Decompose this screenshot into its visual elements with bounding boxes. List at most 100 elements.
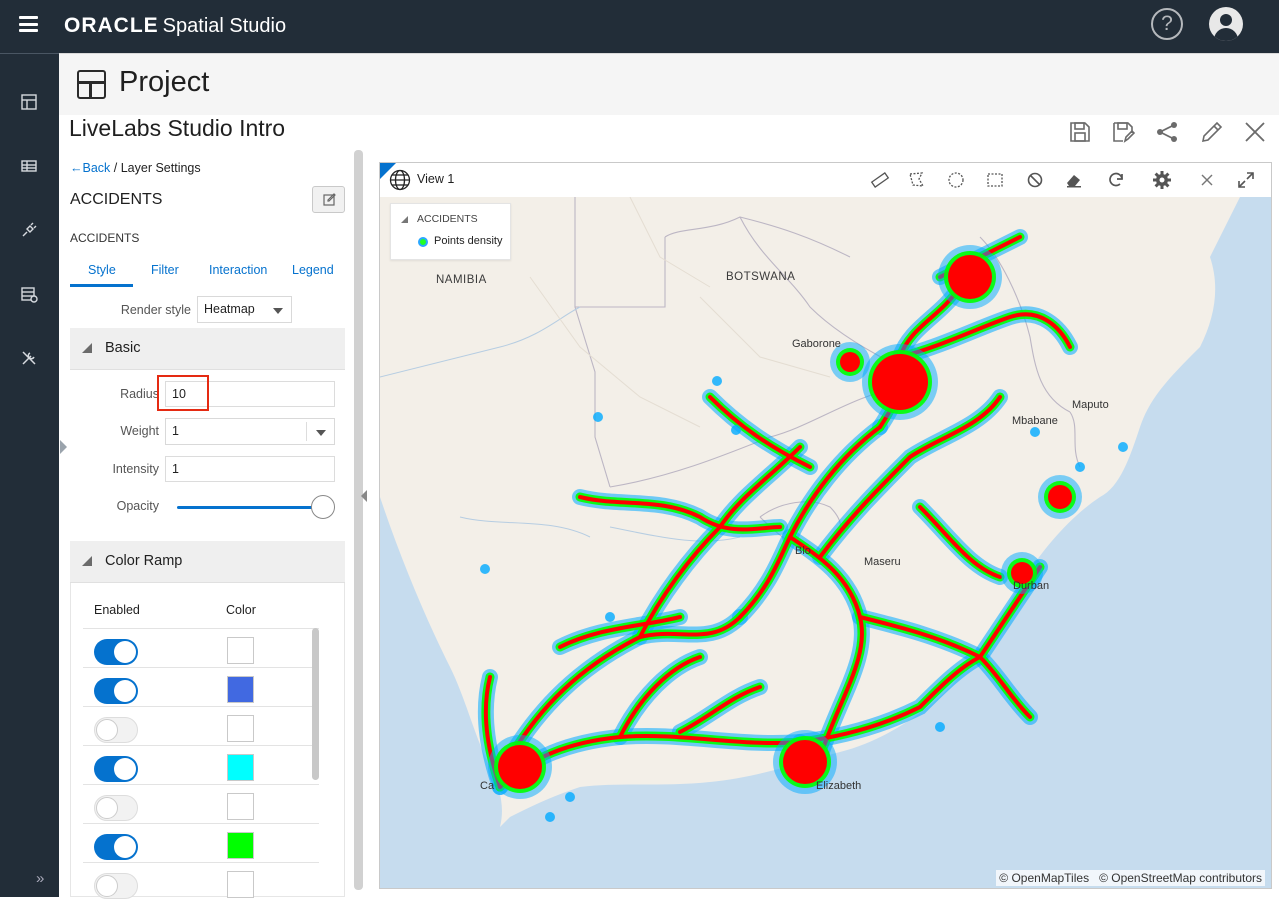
collapse-triangle-icon <box>82 556 92 566</box>
rectangle-select-icon[interactable] <box>985 170 1005 190</box>
settings-gear-icon[interactable] <box>1152 170 1172 190</box>
color-ramp-table: Enabled Color <box>70 583 345 899</box>
legend-collapse-icon[interactable] <box>401 216 408 223</box>
ramp-color-swatch[interactable] <box>227 793 254 820</box>
panel-scrollbar[interactable] <box>354 150 363 890</box>
label-gaborone: Gaborone <box>792 338 841 350</box>
basic-section-header[interactable]: Basic <box>70 328 345 370</box>
ramp-row <box>83 745 319 784</box>
jobs-icon[interactable] <box>20 285 38 303</box>
connections-icon[interactable] <box>20 221 38 239</box>
color-ramp-section-title: Color Ramp <box>105 553 183 569</box>
color-ramp-section-header[interactable]: Color Ramp <box>70 541 345 583</box>
opacity-slider-thumb[interactable] <box>311 495 335 519</box>
edit-layer-button[interactable] <box>312 186 345 213</box>
ramp-color-swatch[interactable] <box>227 715 254 742</box>
map-canvas[interactable]: NAMIBIA BOTSWANA Gaborone Maputo Mbabane… <box>380 197 1271 888</box>
ramp-row <box>83 823 319 862</box>
label-botswana: BOTSWANA <box>726 271 796 283</box>
ramp-enabled-toggle[interactable] <box>94 834 138 860</box>
layer-subtitle: ACCIDENTS <box>70 231 140 245</box>
menu-icon[interactable] <box>19 16 38 32</box>
attribution-tiles[interactable]: © OpenMapTiles <box>999 871 1089 885</box>
view-title: View 1 <box>417 172 455 186</box>
page-title: Project <box>119 66 210 98</box>
collapse-arrow-icon[interactable] <box>361 490 367 502</box>
ramp-enabled-toggle[interactable] <box>94 678 138 704</box>
ramp-color-swatch[interactable] <box>227 637 254 664</box>
tab-interaction[interactable]: Interaction <box>209 263 267 277</box>
brand-oracle: ORACLE <box>64 14 159 37</box>
ramp-row <box>83 784 319 823</box>
maximize-icon[interactable] <box>1236 170 1256 190</box>
ruler-icon[interactable] <box>870 170 890 190</box>
share-icon[interactable] <box>1155 120 1179 144</box>
ramp-enabled-toggle[interactable] <box>94 795 138 821</box>
edit-icon[interactable] <box>1200 120 1224 144</box>
globe-icon <box>389 169 411 191</box>
tab-bar: Style Filter Interaction Legend <box>70 258 345 287</box>
clear-selection-icon[interactable] <box>1025 170 1045 190</box>
back-link[interactable]: ←Back <box>70 161 110 175</box>
tab-style[interactable]: Style <box>88 263 116 277</box>
help-icon[interactable]: ? <box>1151 8 1183 40</box>
brand-product: Spatial Studio <box>162 15 287 37</box>
render-style-select[interactable]: Heatmap <box>197 296 292 323</box>
refresh-icon[interactable] <box>1106 170 1126 190</box>
polygon-select-icon[interactable] <box>907 170 927 190</box>
layer-title: ACCIDENTS <box>70 191 163 208</box>
ramp-scrollbar[interactable] <box>312 628 319 780</box>
tools-icon[interactable] <box>20 349 38 367</box>
opacity-label: Opacity <box>116 499 159 513</box>
ramp-enabled-toggle[interactable] <box>94 639 138 665</box>
close-icon[interactable] <box>1243 120 1267 144</box>
ramp-enabled-header: Enabled <box>94 603 140 617</box>
legend-item-label: Points density <box>434 235 503 247</box>
label-maseru: Maseru <box>864 556 901 568</box>
ramp-row <box>83 628 319 667</box>
ramp-color-swatch[interactable] <box>227 754 254 781</box>
project-icon <box>77 70 106 99</box>
crumb-separator: / <box>110 161 121 175</box>
opacity-slider-track[interactable] <box>177 506 327 509</box>
active-tab-indicator <box>70 284 133 287</box>
ramp-enabled-toggle[interactable] <box>94 717 138 743</box>
chevron-down-icon <box>273 308 283 314</box>
user-avatar[interactable] <box>1209 7 1243 41</box>
map-legend: ACCIDENTS Points density <box>390 203 511 260</box>
circle-select-icon[interactable] <box>946 170 966 190</box>
ramp-color-header: Color <box>226 603 256 617</box>
crumb-current: Layer Settings <box>120 161 201 175</box>
eraser-icon[interactable] <box>1064 170 1084 190</box>
ramp-enabled-toggle[interactable] <box>94 873 138 899</box>
expand-panel-icon[interactable] <box>60 440 67 454</box>
save-icon[interactable] <box>1068 120 1092 144</box>
breadcrumb: ←Back / Layer Settings <box>70 161 201 175</box>
label-maputo: Maputo <box>1072 399 1109 411</box>
side-nav: » <box>0 53 59 897</box>
points-density-icon <box>418 237 428 247</box>
tab-filter[interactable]: Filter <box>151 263 179 277</box>
ramp-enabled-toggle[interactable] <box>94 756 138 782</box>
chevron-down-icon <box>316 430 326 436</box>
datasets-icon[interactable] <box>20 157 38 175</box>
weight-select[interactable]: 1 <box>165 418 335 445</box>
tab-legend[interactable]: Legend <box>292 263 334 277</box>
ramp-row <box>83 706 319 745</box>
close-view-icon[interactable] <box>1197 170 1217 190</box>
ramp-row <box>83 667 319 706</box>
save-as-icon[interactable] <box>1111 120 1135 144</box>
ramp-color-swatch[interactable] <box>227 676 254 703</box>
weight-value: 1 <box>172 424 179 438</box>
dashboard-icon[interactable] <box>20 93 38 111</box>
ramp-color-swatch[interactable] <box>227 832 254 859</box>
attribution-osm[interactable]: © OpenStreetMap contributors <box>1099 871 1262 885</box>
expand-nav-icon[interactable]: » <box>36 870 44 887</box>
intensity-input[interactable]: 1 <box>165 456 335 482</box>
intensity-label: Intensity <box>112 462 159 476</box>
label-port-elizabeth: Elizabeth <box>816 780 862 792</box>
ramp-color-swatch[interactable] <box>227 871 254 898</box>
panel-divider[interactable] <box>351 150 367 897</box>
layer-settings-panel: ←Back / Layer Settings ACCIDENTS ACCIDEN… <box>59 150 351 899</box>
back-label[interactable]: Back <box>83 161 111 175</box>
